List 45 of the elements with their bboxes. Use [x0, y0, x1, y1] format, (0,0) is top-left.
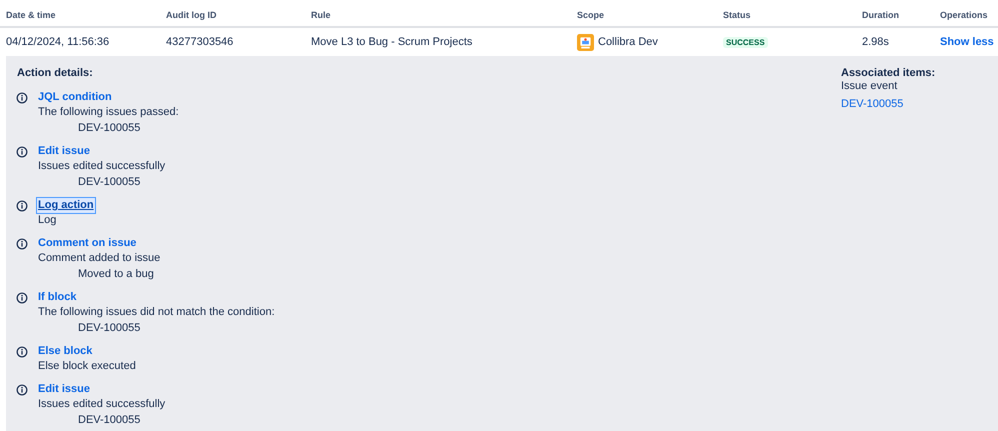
table-cell: Collibra Dev [598, 36, 658, 48]
info-icon [16, 146, 28, 158]
issue-key: DEV-100055 [78, 121, 275, 136]
action-link[interactable]: If block [37, 290, 78, 305]
info-icon [16, 292, 28, 304]
action-link[interactable]: JQL condition [37, 90, 113, 105]
action-result: Else block executed [38, 359, 137, 374]
action-result: The following issues did not match the condition: [38, 305, 275, 320]
table-cell-text: 43277303546 [166, 36, 234, 48]
project-avatar-icon [577, 34, 594, 50]
action-link[interactable]: Edit issue [37, 382, 91, 397]
action-result: Comment added to issue [38, 251, 162, 266]
column-header: Scope [577, 10, 606, 20]
column-header: Status [723, 10, 752, 20]
action-link[interactable]: Log action [37, 198, 95, 213]
action-result: Issues edited successfully [38, 397, 166, 412]
table-cell-text: 04/12/2024, 11:56:36 [6, 36, 110, 48]
info-icon [16, 346, 28, 358]
section-heading: Associated items: [841, 67, 936, 80]
info-icon [16, 200, 28, 212]
issue-key: DEV-100055 [78, 175, 275, 190]
column-header: Operations [940, 10, 989, 20]
column-header: Rule [311, 10, 332, 20]
section-heading: Action details: [17, 67, 94, 79]
info-icon [16, 92, 28, 104]
table-cell-text: Move L3 to Bug - Scrum Projects [311, 36, 474, 48]
action-result: Log [38, 213, 58, 228]
action-link[interactable]: Else block [37, 344, 94, 359]
issue-link[interactable]: DEV-100055 [841, 98, 986, 111]
action-result: Issues edited successfully [38, 159, 166, 174]
status-lozenge: SUCCESS [723, 37, 768, 48]
column-header: Audit log ID [166, 10, 218, 20]
info-icon [16, 384, 28, 396]
item-type: Issue event [841, 80, 898, 93]
action-link[interactable]: Edit issue [37, 144, 91, 159]
issue-key: DEV-100055 [78, 321, 275, 336]
info-icon [16, 238, 28, 250]
action-link[interactable]: Comment on issue [37, 236, 138, 251]
issue-key: Moved to a bug [78, 267, 275, 282]
column-header: Date & time [6, 10, 57, 20]
column-header: Duration [862, 10, 900, 20]
action-result: The following issues passed: [38, 105, 180, 120]
show-less-link[interactable]: Show less [940, 36, 998, 48]
issue-key: DEV-100055 [78, 413, 275, 428]
table-cell-text: 2.98s [862, 36, 890, 48]
